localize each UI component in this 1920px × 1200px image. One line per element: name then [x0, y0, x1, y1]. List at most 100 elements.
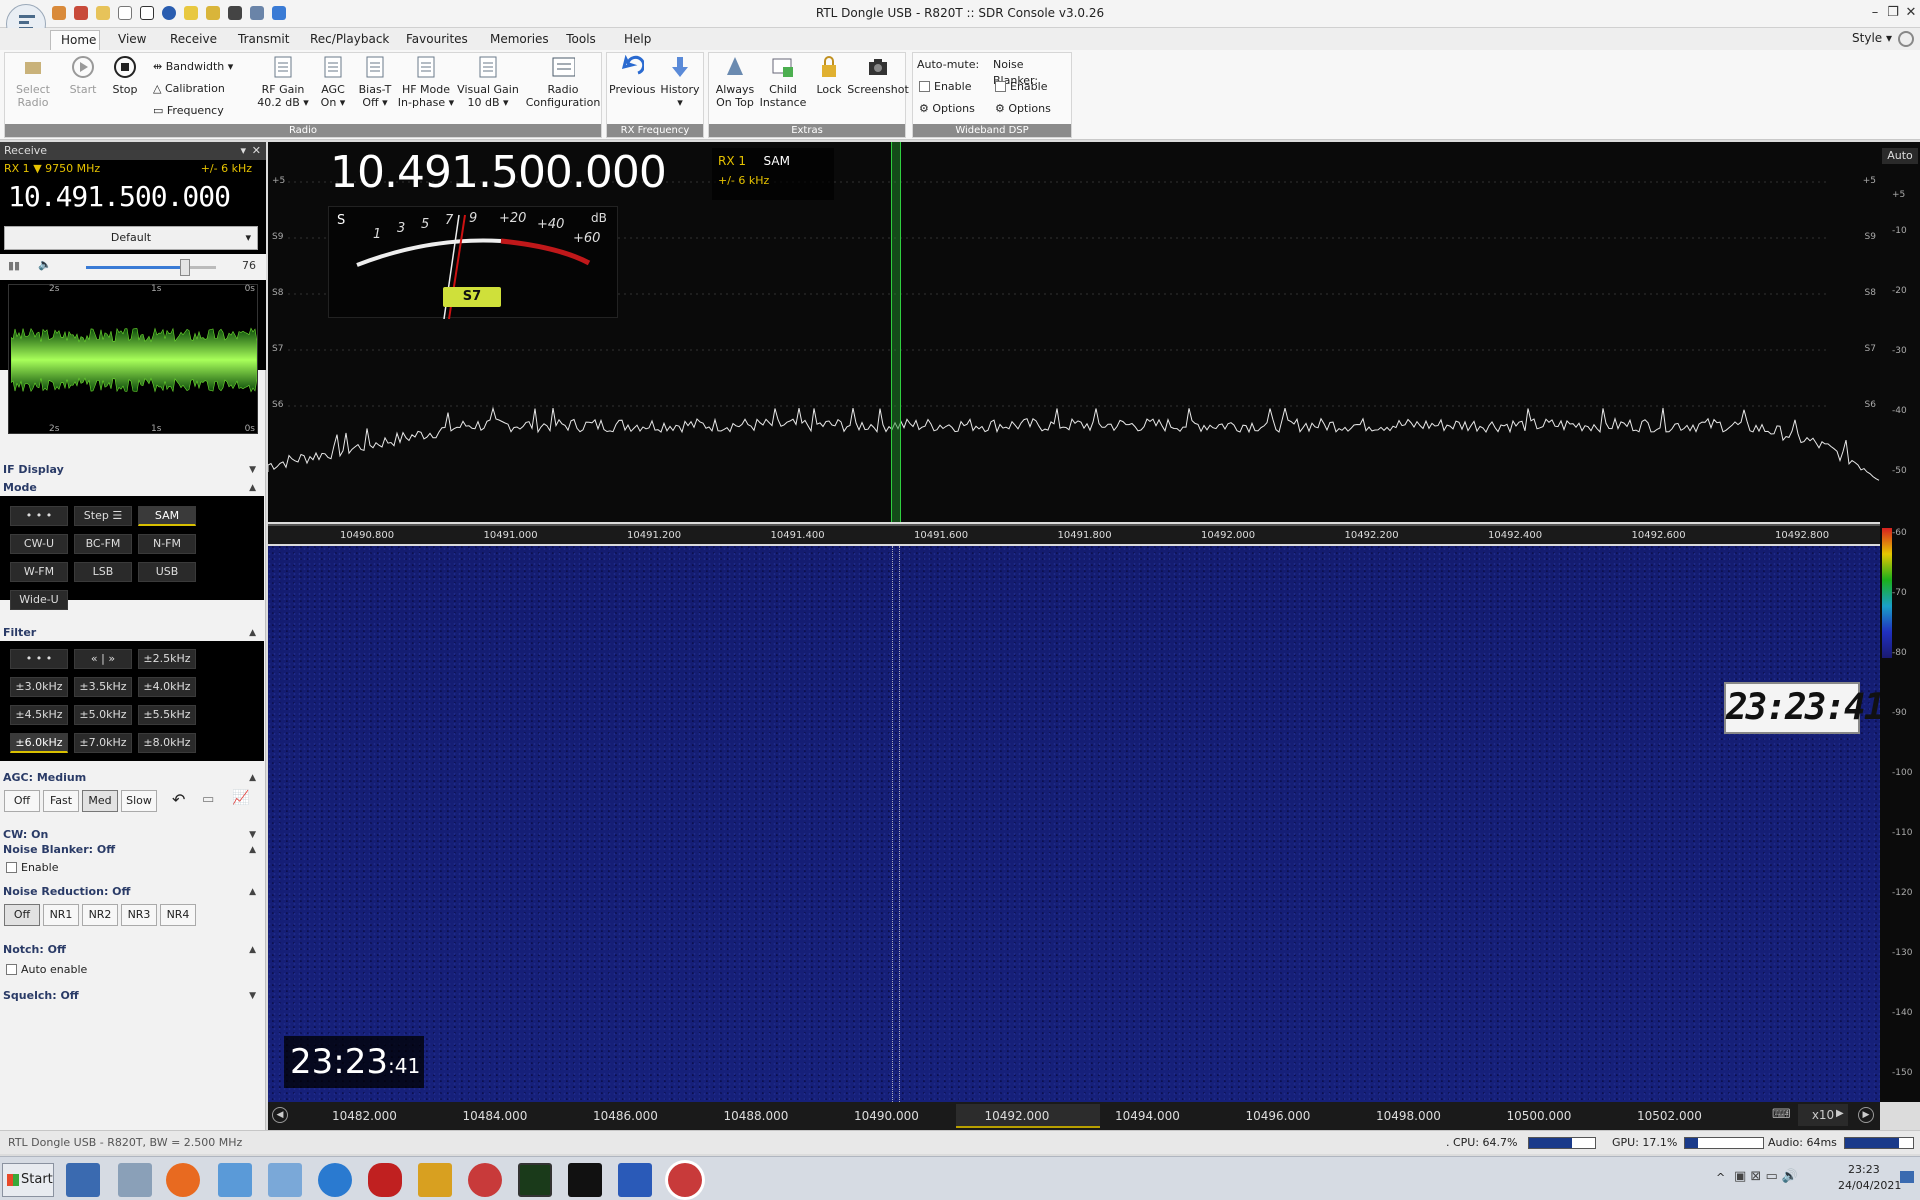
radio-tower-icon[interactable] [468, 1163, 502, 1197]
filter-button[interactable]: ±7.0kHz [74, 733, 132, 753]
filter-button[interactable]: « | » [74, 649, 132, 669]
settings-gear-icon[interactable] [1898, 31, 1914, 47]
rf-gain-button[interactable]: RF Gain 40.2 dB ▾ [255, 55, 311, 109]
filter-button[interactable]: ±3.5kHz [74, 677, 132, 697]
tab-favourites[interactable]: Favourites [396, 30, 472, 50]
noise-blanker-enable[interactable]: Enable [995, 79, 1047, 95]
tab-receive[interactable]: Receive [160, 30, 220, 50]
notifications-icon[interactable] [1900, 1171, 1914, 1183]
history-button[interactable]: History ▾ [657, 55, 703, 109]
filter-button[interactable]: ±6.0kHz [10, 733, 68, 753]
agc-button[interactable]: Fast [43, 790, 79, 812]
spectrum-frequency-scale[interactable]: 10490.800 10491.000 10491.200 10491.400 1049… [268, 524, 1880, 544]
filter-button[interactable]: ±2.5kHz [138, 649, 196, 669]
computer-icon[interactable] [66, 1163, 100, 1197]
nr-button[interactable]: NR1 [43, 904, 79, 926]
mode-button[interactable]: Step ☰ [74, 506, 132, 526]
visual-gain-button[interactable]: Visual Gain 10 dB ▾ [457, 55, 519, 109]
spectrum-bars-icon[interactable]: ▮▮ [8, 259, 20, 272]
tray-icons[interactable]: ▣ ⊠ ▭ 🔊 [1734, 1169, 1798, 1184]
agc-graph-icon[interactable]: 📈 [232, 790, 249, 806]
child-instance-button[interactable]: Child Instance [759, 55, 807, 109]
scroll-right-icon[interactable]: ▶ [1858, 1107, 1874, 1123]
calibration-button[interactable]: △ Calibration [153, 81, 225, 97]
style-menu[interactable]: Style ▾ [1852, 31, 1892, 45]
mode-header[interactable]: Mode ▲ [0, 480, 262, 496]
panel-menu-icon[interactable]: ▾ [240, 142, 246, 160]
filter-button[interactable]: ±3.0kHz [10, 677, 68, 697]
color-bar[interactable] [1882, 528, 1892, 658]
volume-slider[interactable] [86, 259, 216, 276]
tab-memories[interactable]: Memories [480, 30, 549, 50]
auto-mute-checkbox[interactable] [919, 81, 930, 92]
tools-icon[interactable] [118, 1163, 152, 1197]
mode-button[interactable]: • • • [10, 506, 68, 526]
nr-button[interactable]: NR3 [121, 904, 157, 926]
filter-header[interactable]: Filter ▲ [0, 625, 262, 641]
radio-configuration-button[interactable]: Radio Configuration [525, 55, 601, 109]
nr-button[interactable]: NR4 [160, 904, 196, 926]
scope-icon[interactable] [518, 1163, 552, 1197]
agc-header[interactable]: AGC: Medium ▲ [0, 770, 262, 786]
waterfall-display[interactable]: 23:23:41 23:23:41 [268, 546, 1885, 1102]
frequency-button[interactable]: ▭ Frequency [153, 103, 224, 119]
if-display-header[interactable]: IF Display ▼ [0, 462, 262, 478]
select-radio-button[interactable]: Select Radio [9, 55, 57, 109]
always-on-top-button[interactable]: Always On Top [713, 55, 757, 109]
agc-button[interactable]: Med [82, 790, 118, 812]
nb-enable[interactable]: Enable [6, 861, 58, 874]
stop-button[interactable]: Stop [105, 55, 145, 96]
agc-window-icon[interactable]: ▭ [202, 792, 214, 807]
filter-button[interactable]: ±5.5kHz [138, 705, 196, 725]
mode-button[interactable]: Wide-U [10, 590, 68, 610]
start-button[interactable]: Start [2, 1163, 54, 1197]
sdr-console-icon[interactable] [668, 1163, 702, 1197]
agc-reset-icon[interactable]: ↶ [172, 790, 185, 809]
hf-mode-button[interactable]: HF Mode In-phase ▾ [397, 55, 455, 109]
vfo-frequency[interactable]: 10.491.500.000 [330, 147, 667, 198]
right-level-scale[interactable]: Auto +5 -10 -20 -30 -40 -50 -60 -70 -80 -90 -100 -1… [1880, 142, 1920, 1102]
notch-header[interactable]: Notch: Off ▲ [0, 942, 262, 958]
noise-reduction-header[interactable]: Noise Reduction: Off ▲ [0, 884, 262, 900]
tab-home[interactable]: Home [50, 30, 100, 50]
mode-button[interactable]: BC-FM [74, 534, 132, 554]
noise-blanker-header[interactable]: Noise Blanker: Off ▲ [0, 842, 262, 858]
notepad-icon[interactable] [218, 1163, 252, 1197]
firefox-icon[interactable] [166, 1163, 200, 1197]
spectrum-display[interactable]: 10.491.500.000 RX 1 SAM +/- 6 kHz S 1 3 … [268, 142, 1880, 522]
filter-button[interactable]: • • • [10, 649, 68, 669]
agc-button[interactable]: AGC On ▾ [315, 55, 351, 109]
agc-button[interactable]: Slow [121, 790, 157, 812]
speaker-icon[interactable]: 🔈 [38, 258, 52, 271]
calculator-icon[interactable] [268, 1163, 302, 1197]
volume-slider-thumb[interactable] [179, 259, 190, 276]
filter-button[interactable]: ±4.0kHz [138, 677, 196, 697]
notch-auto-enable-checkbox[interactable] [6, 964, 17, 975]
mode-button[interactable]: USB [138, 562, 196, 582]
tray-expand-icon[interactable]: ^ [1716, 1171, 1725, 1184]
bias-t-button[interactable]: Bias-T Off ▾ [355, 55, 395, 109]
notch-auto-enable[interactable]: Auto enable [6, 963, 87, 976]
nb-enable-checkbox[interactable] [6, 862, 17, 873]
filter-button[interactable]: ±4.5kHz [10, 705, 68, 725]
terminal-icon[interactable] [568, 1163, 602, 1197]
zoom-arrow-icon[interactable]: ▶ [1836, 1108, 1844, 1119]
cw-header[interactable]: CW: On ▼ [0, 827, 262, 843]
bandwidth-button[interactable]: ⇹ Bandwidth ▾ [153, 59, 233, 75]
globe-icon[interactable] [318, 1163, 352, 1197]
network-tool-icon[interactable] [418, 1163, 452, 1197]
mode-button[interactable]: N-FM [138, 534, 196, 554]
noise-blanker-checkbox[interactable] [995, 81, 1006, 92]
auto-mute-enable[interactable]: Enable [919, 79, 971, 95]
mode-button[interactable]: LSB [74, 562, 132, 582]
keyboard-icon[interactable]: ⌨ [1772, 1107, 1791, 1122]
waterfall-frequency-scale[interactable]: ◀ 10482.000 10484.000 10486.000 10488.000 10… [268, 1102, 1880, 1130]
nr-button[interactable]: Off [4, 904, 40, 926]
grid-app-icon[interactable] [618, 1163, 652, 1197]
squelch-header[interactable]: Squelch: Off ▼ [0, 988, 262, 1004]
panel-close-icon[interactable]: ✕ [252, 142, 261, 160]
tab-help[interactable]: Help [614, 30, 658, 50]
minimize-button[interactable]: – [1866, 4, 1884, 22]
noise-blanker-options[interactable]: ⚙ Options [995, 101, 1051, 117]
agc-button[interactable]: Off [4, 790, 40, 812]
